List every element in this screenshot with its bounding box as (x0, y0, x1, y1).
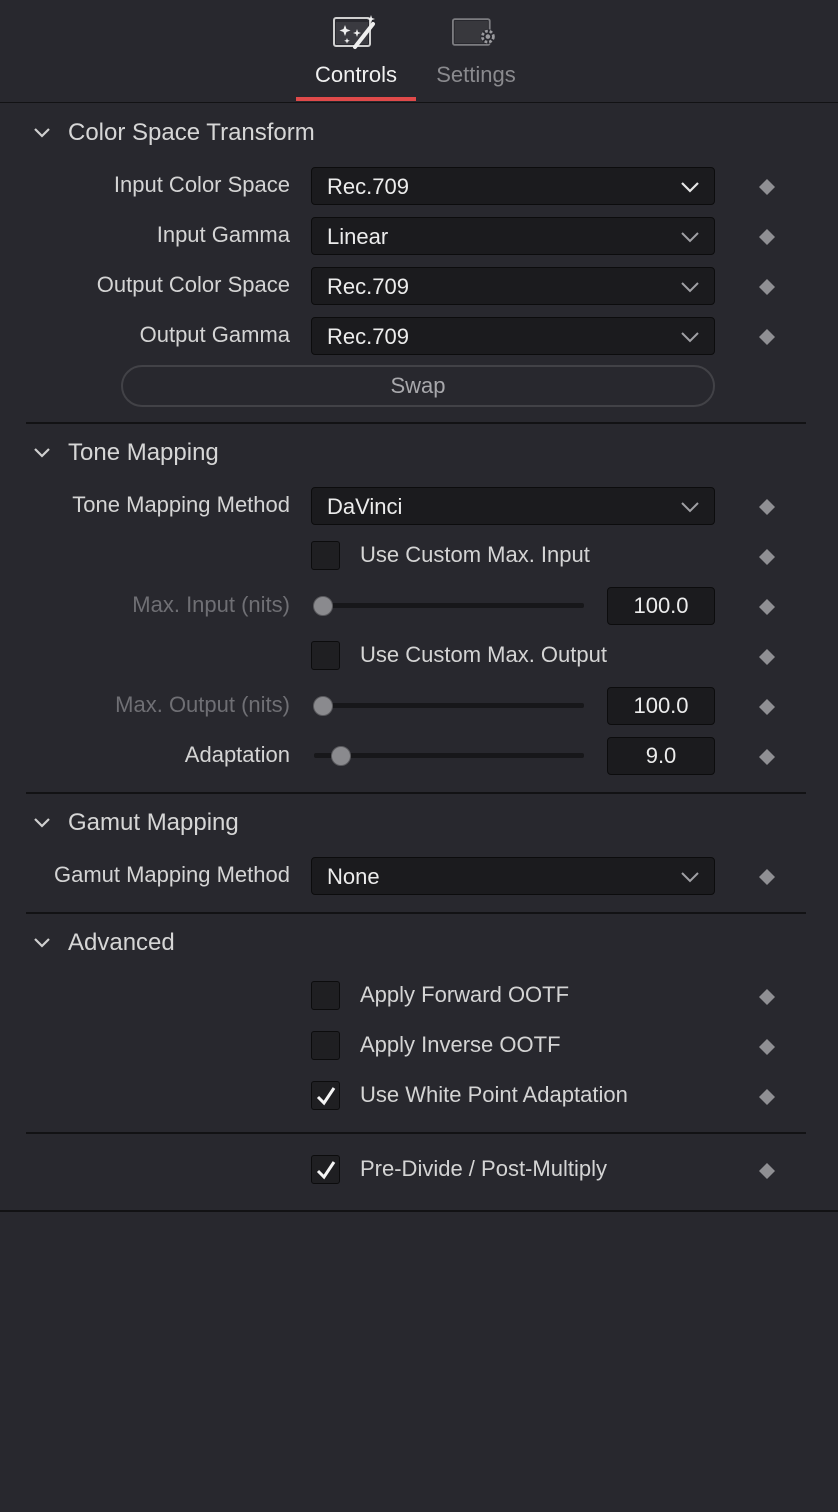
chevron-down-icon (681, 502, 699, 513)
chevron-down-icon (681, 232, 699, 243)
section-divider (26, 1132, 806, 1134)
inspector-tab-bar: Controls Settings (0, 0, 838, 103)
keyframe-diamond-icon[interactable] (758, 868, 776, 886)
section-header-color-space-transform[interactable]: Color Space Transform (0, 113, 838, 153)
section-title: Gamut Mapping (68, 809, 239, 836)
section-divider (26, 792, 806, 794)
keyframe-diamond-icon[interactable] (758, 1162, 776, 1180)
pre-divide-post-multiply-label: Pre-Divide / Post-Multiply (360, 1156, 607, 1181)
use-custom-max-output-label: Use Custom Max. Output (360, 642, 607, 667)
dropdown-value: DaVinci (327, 494, 403, 519)
output-color-space-label: Output Color Space (96, 272, 290, 297)
settings-gear-icon (452, 18, 496, 46)
apply-inverse-ootf-label: Apply Inverse OOTF (360, 1032, 561, 1057)
output-gamma-label: Output Gamma (139, 322, 290, 347)
magic-wand-icon (333, 15, 375, 49)
section-header-gamut-mapping[interactable]: Gamut Mapping (0, 803, 838, 843)
section-title: Advanced (68, 929, 175, 956)
chevron-down-icon (34, 938, 50, 948)
keyframe-diamond-icon[interactable] (758, 328, 776, 346)
use-white-point-adaptation-label: Use White Point Adaptation (360, 1082, 628, 1107)
tone-mapping-method-label: Tone Mapping Method (72, 492, 290, 517)
keyframe-diamond-icon[interactable] (758, 1038, 776, 1056)
swap-button[interactable]: Swap (121, 365, 715, 407)
input-gamma-label: Input Gamma (156, 222, 290, 247)
apply-forward-ootf-label: Apply Forward OOTF (360, 982, 570, 1007)
max-output-slider-track[interactable] (314, 703, 584, 708)
section-header-tone-mapping[interactable]: Tone Mapping (0, 433, 838, 473)
max-input-slider-knob[interactable] (313, 596, 333, 616)
tab-settings-label: Settings (436, 62, 516, 87)
keyframe-diamond-icon[interactable] (758, 698, 776, 716)
checkmark-icon (316, 1087, 336, 1106)
section-divider (26, 912, 806, 914)
tab-controls[interactable]: Controls (296, 0, 416, 102)
max-input-value-field[interactable]: 100.0 (607, 587, 715, 625)
keyframe-diamond-icon[interactable] (758, 548, 776, 566)
apply-inverse-ootf-checkbox[interactable] (311, 1031, 340, 1060)
input-color-space-label: Input Color Space (113, 172, 290, 197)
apply-forward-ootf-checkbox[interactable] (311, 981, 340, 1010)
keyframe-diamond-icon[interactable] (758, 278, 776, 296)
gamut-mapping-method-dropdown[interactable]: None (311, 857, 715, 895)
keyframe-diamond-icon[interactable] (758, 178, 776, 196)
active-tab-indicator (296, 97, 416, 101)
chevron-down-icon (34, 128, 50, 138)
section-divider (26, 422, 806, 424)
adaptation-slider-track[interactable] (314, 753, 584, 758)
adaptation-slider-knob[interactable] (331, 746, 351, 766)
pre-divide-post-multiply-checkbox[interactable] (311, 1155, 340, 1184)
dropdown-value: Linear (327, 224, 389, 249)
keyframe-diamond-icon[interactable] (758, 228, 776, 246)
chevron-down-icon (681, 332, 699, 343)
output-gamma-dropdown[interactable]: Rec.709 (311, 317, 715, 355)
tone-mapping-method-dropdown[interactable]: DaVinci (311, 487, 715, 525)
input-color-space-dropdown[interactable]: Rec.709 (311, 167, 715, 205)
keyframe-diamond-icon[interactable] (758, 748, 776, 766)
max-input-label: Max. Input (nits) (132, 592, 290, 617)
tab-controls-label: Controls (315, 62, 397, 87)
tab-settings[interactable]: Settings (416, 0, 536, 102)
dropdown-value: Rec.709 (327, 324, 409, 349)
panel-bottom-divider (0, 1210, 838, 1212)
keyframe-diamond-icon[interactable] (758, 498, 776, 516)
use-custom-max-output-checkbox[interactable] (311, 641, 340, 670)
output-color-space-dropdown[interactable]: Rec.709 (311, 267, 715, 305)
keyframe-diamond-icon[interactable] (758, 598, 776, 616)
max-output-label: Max. Output (nits) (115, 692, 290, 717)
adaptation-value-field[interactable]: 9.0 (607, 737, 715, 775)
dropdown-value: None (327, 864, 380, 889)
dropdown-value: Rec.709 (327, 174, 409, 199)
gamut-mapping-method-label: Gamut Mapping Method (53, 862, 290, 887)
chevron-down-icon (681, 282, 699, 293)
adaptation-label: Adaptation (184, 742, 290, 767)
section-title: Color Space Transform (68, 119, 315, 146)
keyframe-diamond-icon[interactable] (758, 988, 776, 1006)
dropdown-value: Rec.709 (327, 274, 409, 299)
max-input-slider-track[interactable] (314, 603, 584, 608)
chevron-down-icon (34, 818, 50, 828)
chevron-down-icon (681, 182, 699, 193)
input-gamma-dropdown[interactable]: Linear (311, 217, 715, 255)
keyframe-diamond-icon[interactable] (758, 1088, 776, 1106)
max-output-value-field[interactable]: 100.0 (607, 687, 715, 725)
keyframe-diamond-icon[interactable] (758, 648, 776, 666)
use-white-point-adaptation-checkbox[interactable] (311, 1081, 340, 1110)
use-custom-max-input-checkbox[interactable] (311, 541, 340, 570)
max-output-slider-knob[interactable] (313, 696, 333, 716)
chevron-down-icon (681, 872, 699, 883)
section-header-advanced[interactable]: Advanced (0, 923, 838, 963)
use-custom-max-input-label: Use Custom Max. Input (360, 542, 590, 567)
chevron-down-icon (34, 448, 50, 458)
checkmark-icon (316, 1161, 336, 1180)
section-title: Tone Mapping (68, 439, 219, 466)
